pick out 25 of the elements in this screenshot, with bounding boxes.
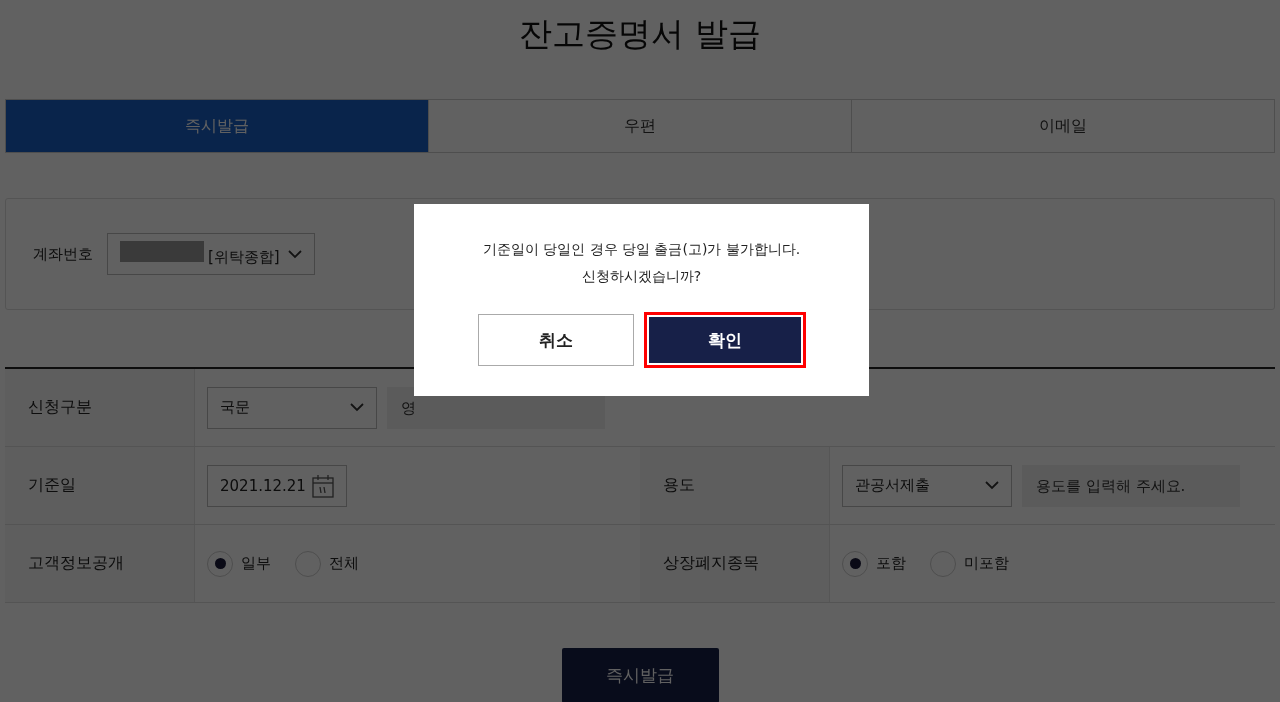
account-dropdown[interactable]: [위탁종합] (107, 233, 315, 275)
dialog-message: 신청하시겠습니까? (581, 267, 702, 286)
radio-option[interactable]: 포함 (842, 550, 906, 577)
radio-button[interactable] (207, 550, 233, 577)
radio-option[interactable]: 미포함 (930, 550, 1009, 577)
chevron-down-icon (985, 481, 999, 490)
dialog-message: 기준일이 당일인 경우 당일 출금(고)가 불가합니다. (482, 240, 801, 259)
radio-button[interactable] (842, 550, 868, 577)
dialog-button[interactable]: 취소 (477, 314, 634, 366)
input-field[interactable]: 용도를 입력해 주세요. (1022, 464, 1240, 507)
dropdown[interactable]: 국문 (207, 386, 377, 429)
tab[interactable]: 우편 (429, 99, 852, 153)
tab[interactable]: 즉시발급 (5, 99, 429, 153)
chevron-down-icon (288, 249, 302, 259)
date-field[interactable]: 2021.12.21 (207, 464, 347, 507)
radio-option[interactable]: 전체 (295, 550, 359, 577)
field-label: 계좌번호 (33, 244, 93, 264)
tab[interactable]: 이메일 (852, 99, 1275, 153)
dialog-button[interactable]: 확인 (643, 312, 806, 368)
page-title: 잔고증명서 발급 (518, 13, 762, 55)
chevron-down-icon (350, 403, 364, 412)
calendar-icon[interactable] (312, 473, 334, 498)
radio-option[interactable]: 일부 (207, 550, 271, 577)
dropdown[interactable]: 관공서제출 (842, 464, 1012, 507)
issue-button[interactable]: 즉시발급 (561, 648, 719, 702)
